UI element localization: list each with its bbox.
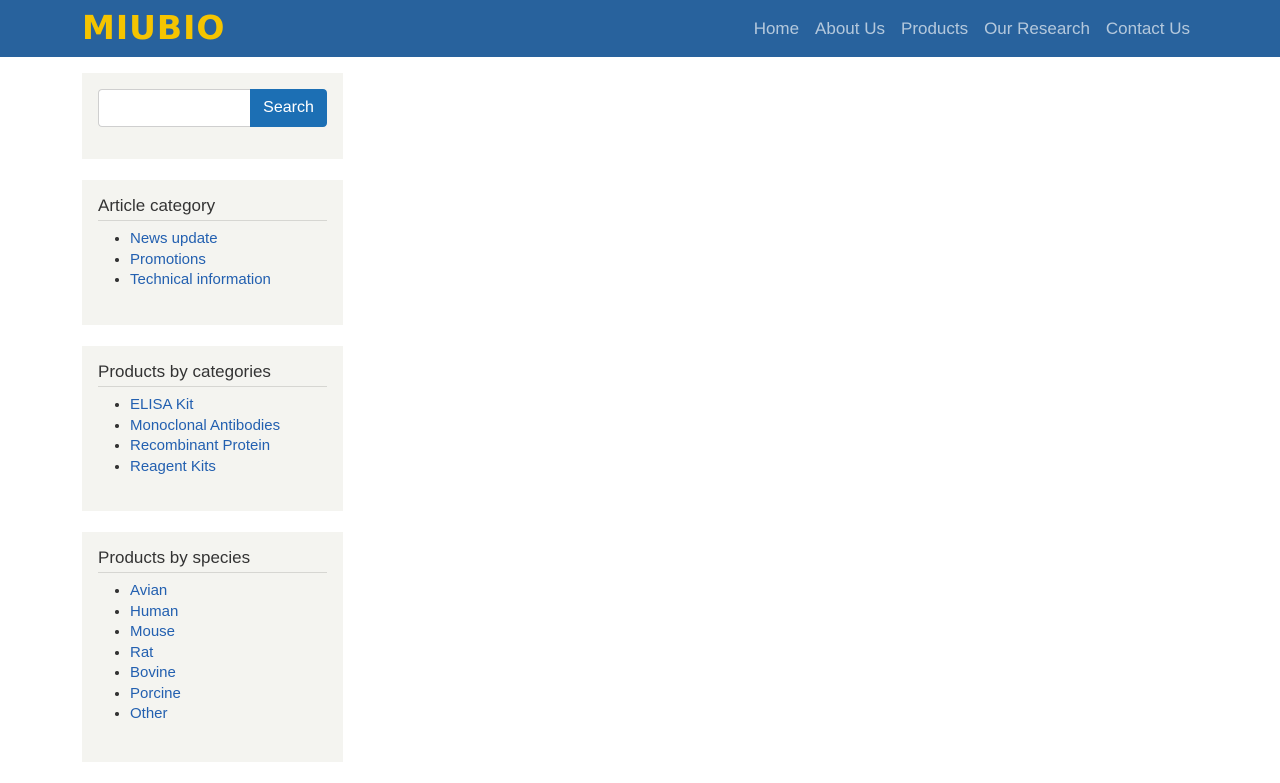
category-link-reagent-kits[interactable]: Reagent Kits bbox=[130, 458, 216, 475]
species-link-human[interactable]: Human bbox=[130, 603, 178, 620]
species-link-porcine[interactable]: Porcine bbox=[130, 685, 181, 702]
species-link-avian[interactable]: Avian bbox=[130, 582, 167, 599]
main-nav: Home About Us Products Our Research Cont… bbox=[738, 0, 1190, 57]
nav-item-about: About Us bbox=[815, 19, 885, 39]
list-item: Bovine bbox=[130, 663, 327, 684]
nav-item-products: Products bbox=[901, 19, 968, 39]
article-category-link-promotions[interactable]: Promotions bbox=[130, 251, 206, 268]
nav-link-contact-us[interactable]: Contact Us bbox=[1106, 19, 1190, 38]
species-link-bovine[interactable]: Bovine bbox=[130, 664, 176, 681]
products-by-species-list: Avian Human Mouse Rat Bovine Porcine Oth… bbox=[98, 581, 327, 725]
list-item: Rat bbox=[130, 643, 327, 664]
article-category-list: News update Promotions Technical informa… bbox=[98, 229, 327, 291]
nav-link-our-research[interactable]: Our Research bbox=[984, 19, 1090, 38]
article-category-link-news-update[interactable]: News update bbox=[130, 230, 218, 247]
species-link-other[interactable]: Other bbox=[130, 705, 168, 722]
search-button[interactable]: Search bbox=[250, 89, 327, 127]
category-link-elisa-kit[interactable]: ELISA Kit bbox=[130, 396, 193, 413]
nav-link-about-us[interactable]: About Us bbox=[815, 19, 885, 38]
list-item: Mouse bbox=[130, 622, 327, 643]
products-by-categories-title: Products by categories bbox=[98, 362, 327, 387]
top-navbar: MIUBIO Home About Us Products Our Resear… bbox=[0, 0, 1280, 57]
site-logo[interactable]: MIUBIO bbox=[82, 9, 225, 47]
list-item: Human bbox=[130, 602, 327, 623]
article-category-title: Article category bbox=[98, 196, 327, 221]
nav-link-home[interactable]: Home bbox=[754, 19, 799, 38]
nav-item-research: Our Research bbox=[984, 19, 1090, 39]
products-by-categories-panel: Products by categories ELISA Kit Monoclo… bbox=[82, 346, 343, 511]
list-item: Promotions bbox=[130, 250, 327, 271]
species-link-rat[interactable]: Rat bbox=[130, 644, 153, 661]
products-by-species-panel: Products by species Avian Human Mouse Ra… bbox=[82, 532, 343, 762]
search-input[interactable] bbox=[98, 89, 250, 127]
products-by-species-title: Products by species bbox=[98, 548, 327, 573]
list-item: Monoclonal Antibodies bbox=[130, 416, 327, 437]
nav-link-products[interactable]: Products bbox=[901, 19, 968, 38]
article-category-link-technical-information[interactable]: Technical information bbox=[130, 271, 271, 288]
list-item: News update bbox=[130, 229, 327, 250]
sidebar: Search Article category News update Prom… bbox=[82, 73, 343, 783]
list-item: Other bbox=[130, 704, 327, 725]
list-item: Recombinant Protein bbox=[130, 436, 327, 457]
products-by-categories-list: ELISA Kit Monoclonal Antibodies Recombin… bbox=[98, 395, 327, 477]
species-link-mouse[interactable]: Mouse bbox=[130, 623, 175, 640]
list-item: ELISA Kit bbox=[130, 395, 327, 416]
search-panel: Search bbox=[82, 73, 343, 159]
category-link-recombinant-protein[interactable]: Recombinant Protein bbox=[130, 437, 270, 454]
category-link-monoclonal-antibodies[interactable]: Monoclonal Antibodies bbox=[130, 417, 280, 434]
search-form: Search bbox=[98, 89, 327, 127]
list-item: Reagent Kits bbox=[130, 457, 327, 478]
list-item: Avian bbox=[130, 581, 327, 602]
article-category-panel: Article category News update Promotions … bbox=[82, 180, 343, 325]
list-item: Porcine bbox=[130, 684, 327, 705]
nav-item-home: Home bbox=[754, 19, 799, 39]
list-item: Technical information bbox=[130, 270, 327, 291]
nav-item-contact: Contact Us bbox=[1106, 19, 1190, 39]
